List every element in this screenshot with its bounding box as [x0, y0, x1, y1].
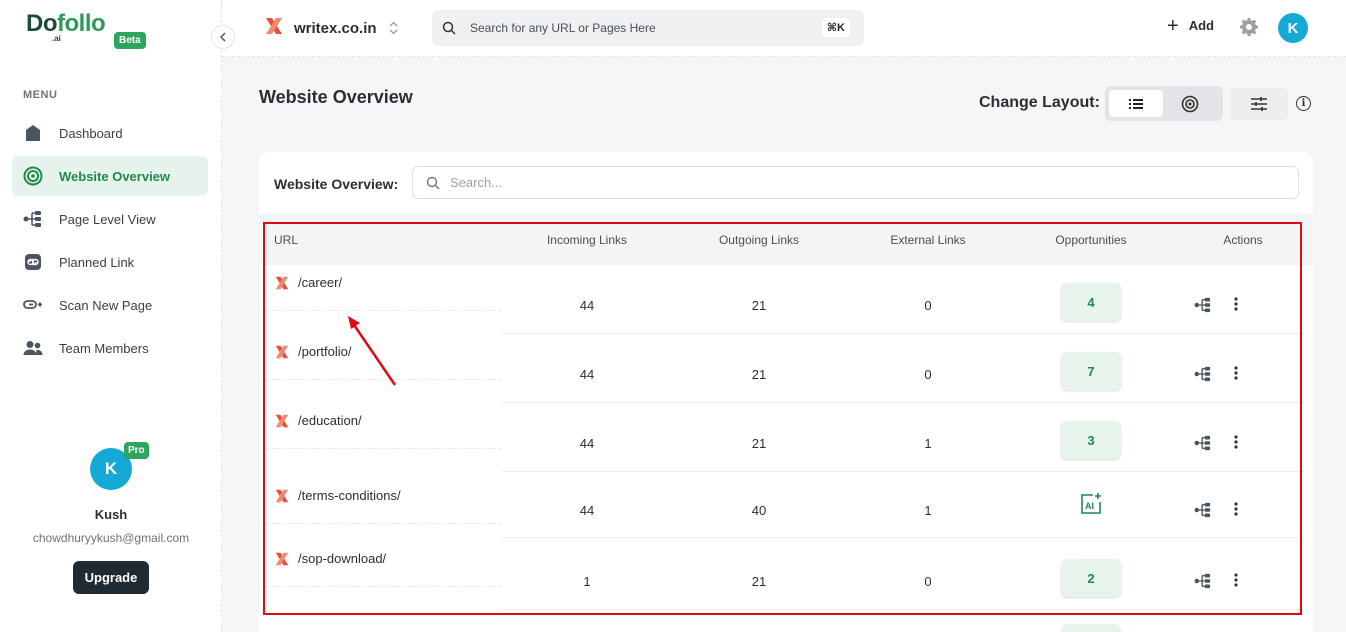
sidebar-nav: Dashboard Website Overview Page Level Vi… — [12, 113, 208, 371]
search-icon — [442, 21, 456, 35]
add-button[interactable]: + Add — [1167, 14, 1214, 37]
link-icon — [23, 252, 43, 272]
search-placeholder: Search for any URL or Pages Here — [470, 21, 656, 35]
change-layout-label: Change Layout: — [979, 94, 1100, 111]
sidebar-item-dashboard[interactable]: Dashboard — [12, 113, 208, 153]
search-icon — [426, 176, 440, 189]
annotation-arrow — [348, 316, 397, 386]
top-bar: writex.co.in Search for any URL or Pages… — [222, 0, 1346, 57]
sidebar: Dofollo .ai Beta MENU Dashboard Website … — [0, 0, 222, 632]
gear-icon[interactable] — [1239, 17, 1259, 42]
layout-toggle — [1105, 86, 1223, 121]
sidebar-item-label: Dashboard — [59, 125, 123, 141]
sidebar-item-label: Website Overview — [59, 168, 171, 184]
users-icon — [23, 338, 43, 358]
table-search-input[interactable]: Search... — [412, 166, 1299, 199]
target-icon — [23, 166, 43, 186]
target-icon — [1181, 95, 1199, 112]
avatar-initial: K — [1287, 19, 1299, 37]
info-icon[interactable]: i — [1296, 96, 1311, 111]
sidebar-item-scan-new-page[interactable]: Scan New Page — [12, 285, 208, 325]
logo-text: Dofollo — [26, 10, 106, 37]
shortcut-badge: ⌘K — [821, 18, 850, 37]
filter-settings-button[interactable] — [1230, 88, 1288, 120]
search-placeholder: Search... — [450, 175, 503, 190]
user-name: Kush — [94, 507, 128, 522]
logo-ai-suffix: .ai — [52, 34, 61, 43]
site-logo-icon — [264, 17, 284, 39]
next-row-opportunity-peek — [1061, 624, 1121, 632]
add-label: Add — [1188, 18, 1214, 33]
sidebar-item-website-overview[interactable]: Website Overview — [12, 156, 208, 196]
list-layout-button[interactable] — [1109, 90, 1163, 117]
sidebar-item-label: Team Members — [59, 340, 149, 356]
sidebar-item-team-members[interactable]: Team Members — [12, 328, 208, 368]
plus-icon: + — [1167, 14, 1179, 37]
sidebar-item-label: Scan New Page — [59, 297, 153, 313]
user-email: chowdhuryykush@gmail.com — [32, 531, 190, 545]
collapse-sidebar-button[interactable] — [211, 25, 235, 49]
beta-badge: Beta — [114, 32, 146, 49]
tree-icon — [23, 209, 43, 229]
sidebar-item-label: Page Level View — [59, 211, 156, 227]
global-search-input[interactable]: Search for any URL or Pages Here ⌘K — [432, 10, 864, 46]
sliders-icon — [1251, 97, 1267, 111]
chevron-updown-icon — [389, 21, 398, 35]
page-title: Website Overview — [259, 87, 413, 107]
pro-badge: Pro — [124, 442, 149, 459]
home-icon — [23, 123, 43, 143]
dofollo-logo[interactable]: Dofollo .ai Beta — [26, 10, 146, 49]
list-icon — [1129, 98, 1143, 109]
user-profile: K Pro Kush chowdhuryykush@gmail.com Upgr… — [0, 442, 222, 594]
graph-layout-button[interactable] — [1163, 90, 1217, 117]
sidebar-item-page-level-view[interactable]: Page Level View — [12, 199, 208, 239]
site-name: writex.co.in — [294, 19, 377, 37]
scan-link-icon — [23, 295, 43, 315]
chevron-left-icon — [219, 32, 226, 42]
upgrade-button[interactable]: Upgrade — [72, 561, 150, 594]
avatar-initial: K — [104, 459, 118, 478]
sidebar-item-label: Planned Link — [59, 254, 135, 270]
site-selector[interactable]: writex.co.in — [264, 17, 398, 39]
menu-label: MENU — [23, 89, 58, 101]
card-label: Website Overview: — [274, 176, 399, 192]
avatar[interactable]: K — [1278, 13, 1308, 43]
highlight-box — [263, 222, 1302, 615]
sidebar-item-planned-link[interactable]: Planned Link — [12, 242, 208, 282]
